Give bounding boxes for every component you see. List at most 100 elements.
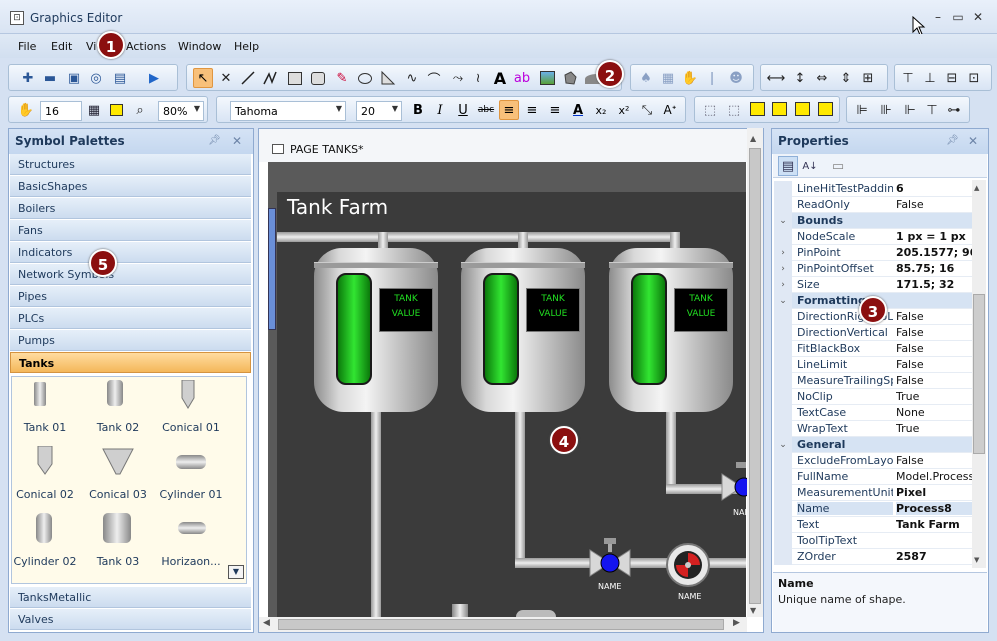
palette-structures[interactable]: Structures	[10, 154, 251, 175]
palette-pipes[interactable]: Pipes	[10, 286, 251, 307]
property-value[interactable]: False	[896, 374, 972, 387]
zoom-icon[interactable]: ⌕	[130, 100, 150, 120]
align-center-icon[interactable]: ≡	[522, 100, 542, 120]
property-row[interactable]: FitBlackBox False	[774, 341, 972, 357]
property-value[interactable]: False	[896, 358, 972, 371]
property-value[interactable]: 205.1577; 96	[896, 246, 972, 259]
property-value[interactable]: Process8	[896, 502, 972, 515]
top-pipe[interactable]	[277, 232, 679, 242]
arc-tool-icon[interactable]: ⌒	[424, 68, 444, 88]
palette-network-symbols[interactable]: Network Symbols	[10, 264, 251, 285]
maximize-button[interactable]: ▭	[950, 10, 966, 24]
palette-close-icon[interactable]: ✕	[232, 134, 242, 148]
prop-scroll-down-icon[interactable]: ▼	[974, 556, 979, 564]
group-icon[interactable]: ⬚	[700, 100, 720, 120]
scroll-down-icon[interactable]: ▼	[750, 606, 756, 615]
properties-pin-icon[interactable]: 📌︎	[946, 135, 959, 146]
spline-tool-icon[interactable]: ≀	[468, 68, 488, 88]
menu-actions[interactable]: Actions	[126, 40, 166, 53]
hand-widget-icon[interactable]: ✋	[680, 68, 700, 88]
property-value[interactable]: False	[896, 454, 972, 467]
tank02-symbol-icon[interactable]	[107, 380, 123, 406]
text-tool-icon[interactable]: A	[490, 68, 510, 88]
property-row[interactable]: LineLimit False	[774, 357, 972, 373]
property-value[interactable]: False	[896, 326, 972, 339]
conical01-symbol-icon[interactable]	[180, 380, 196, 410]
align-lefts-icon[interactable]: ⊫	[852, 100, 872, 120]
new-icon[interactable]: ✚	[18, 68, 38, 88]
property-value[interactable]: Tank Farm	[896, 518, 972, 531]
property-value[interactable]: None	[896, 406, 972, 419]
pump[interactable]	[664, 541, 712, 589]
categorized-icon[interactable]: ▤	[778, 156, 798, 176]
palette-plcs[interactable]: PLCs	[10, 308, 251, 329]
valve-2[interactable]	[720, 462, 750, 506]
property-value[interactable]: True	[896, 390, 972, 403]
property-row[interactable]: DirectionVertical False	[774, 325, 972, 341]
property-row[interactable]: LineHitTestPadding 6	[774, 181, 972, 197]
scroll-up-icon[interactable]: ▲	[750, 134, 756, 143]
property-row[interactable]: MeasurementUnit Pixel	[774, 485, 972, 501]
property-value[interactable]: 6	[896, 182, 972, 195]
alarm-icon[interactable]: ♠	[636, 68, 656, 88]
collapse-icon[interactable]: ⌄	[774, 293, 792, 309]
pin-icon[interactable]: 📌︎	[208, 135, 221, 146]
users-icon[interactable]: ☻	[726, 68, 746, 88]
tank-2-value-display[interactable]: TANK VALUE	[526, 288, 580, 332]
property-value[interactable]: Model.Process8	[896, 470, 972, 483]
tank-2-outlet-pipe[interactable]	[515, 412, 525, 568]
property-row[interactable]: NodeScale 1 px = 1 px	[774, 229, 972, 245]
ellipse-tool-icon[interactable]	[358, 73, 372, 84]
property-value[interactable]: False	[896, 342, 972, 355]
strikethrough-icon[interactable]: abc	[476, 100, 496, 120]
tank-1-value-display[interactable]: TANK VALUE	[379, 288, 433, 332]
palette-tanks[interactable]: Tanks	[10, 352, 251, 373]
thermometer-icon[interactable]: ǀ	[702, 68, 722, 88]
align-rights-icon[interactable]: ⊩	[900, 100, 920, 120]
prop-scroll-up-icon[interactable]: ▲	[974, 184, 979, 192]
conical03-symbol-icon[interactable]	[102, 448, 134, 476]
property-value[interactable]: 171.5; 32	[896, 278, 972, 291]
distribute-h-icon[interactable]: ⊟	[942, 68, 962, 88]
property-row[interactable]: ExcludeFromLayoutFalse	[774, 453, 972, 469]
tank-3-outlet-pipe[interactable]	[666, 412, 676, 494]
property-row[interactable]: ReadOnly False	[774, 197, 972, 213]
tank03-symbol-icon[interactable]	[103, 513, 131, 543]
triangle-tool-icon[interactable]	[380, 70, 396, 86]
shrink-font-icon[interactable]: ⤡	[637, 100, 657, 120]
print-icon[interactable]: ▤	[110, 68, 130, 88]
grow-font-icon[interactable]: Aᐩ	[660, 100, 680, 120]
tank01-symbol-icon[interactable]	[34, 382, 46, 406]
same-size-icon[interactable]: ⊞	[858, 68, 878, 88]
property-row-selected[interactable]: Name Process8	[774, 501, 972, 517]
print-preview-icon[interactable]: ◎	[86, 68, 106, 88]
align-centers-icon[interactable]: ⊪	[876, 100, 896, 120]
valve-1[interactable]	[588, 538, 632, 582]
same-width-icon[interactable]: ⟷	[766, 68, 786, 88]
align-middle-icon[interactable]: ⊥	[920, 68, 940, 88]
run-icon[interactable]: ▶	[144, 68, 164, 88]
font-family-select[interactable]: Tahoma ▼	[230, 101, 346, 121]
property-row[interactable]: › Size 171.5; 32	[774, 277, 972, 293]
properties-close-icon[interactable]: ✕	[968, 134, 978, 148]
grid-size-input[interactable]: 16	[40, 101, 82, 121]
open-folder-icon[interactable]: ▬	[40, 68, 60, 88]
palette-basicshapes[interactable]: BasicShapes	[10, 176, 251, 197]
tank-1-outlet-pipe[interactable]	[371, 412, 381, 617]
close-button[interactable]: ✕	[970, 10, 986, 24]
palette-tanksmetallic[interactable]: TanksMetallic	[10, 587, 251, 608]
property-value[interactable]: Pixel	[896, 486, 972, 499]
property-row[interactable]: TextCase None	[774, 405, 972, 421]
property-row[interactable]: FullName Model.Process8	[774, 469, 972, 485]
align-right-icon[interactable]: ≡	[545, 100, 565, 120]
menu-file[interactable]: File	[18, 40, 36, 53]
align-left-icon[interactable]: ≡	[499, 100, 519, 120]
conical02-symbol-icon[interactable]	[36, 446, 54, 476]
pen-tool-icon[interactable]: ✎	[332, 68, 352, 88]
send-back-icon[interactable]	[772, 102, 787, 116]
property-row[interactable]: MeasureTrailingSpacesFalse	[774, 373, 972, 389]
zoom-level-select[interactable]: 80% ▼	[158, 101, 204, 121]
horizontal-scroll-thumb[interactable]	[278, 619, 724, 630]
italic-icon[interactable]: I	[430, 100, 450, 120]
snap-icon[interactable]	[110, 104, 123, 116]
